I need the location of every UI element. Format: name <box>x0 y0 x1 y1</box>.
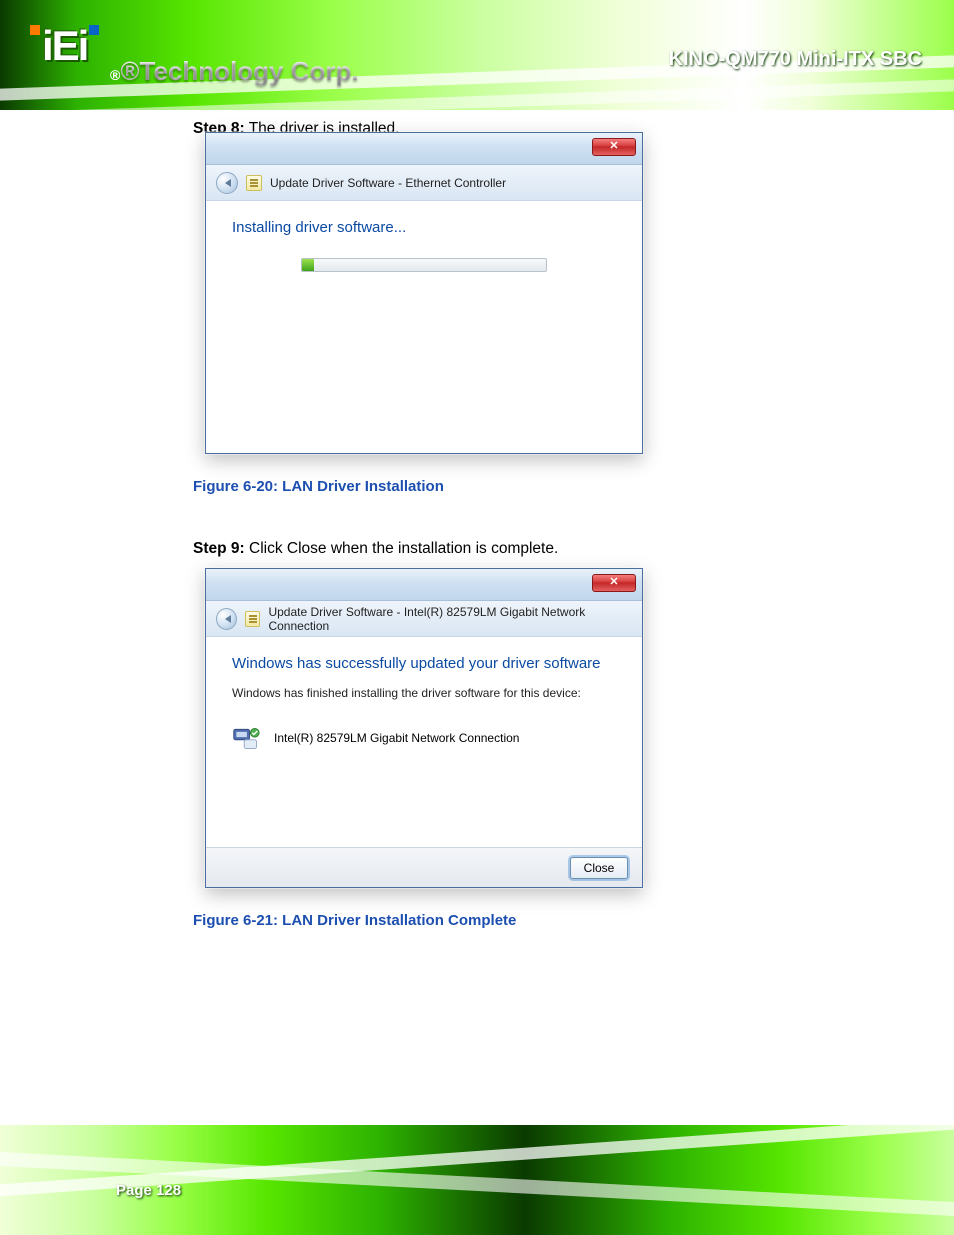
page-footer-band <box>0 1125 954 1235</box>
dialog2-subheader: Update Driver Software - Intel(R) 82579L… <box>206 601 642 637</box>
close-icon[interactable]: ✕ <box>592 574 636 592</box>
dialog1-subheader: Update Driver Software - Ethernet Contro… <box>206 165 642 201</box>
dialog2-footer: Close <box>206 847 642 887</box>
dialog1-title: Update Driver Software - Ethernet Contro… <box>270 176 506 190</box>
device-icon <box>245 611 260 627</box>
dialog1-body: Installing driver software... <box>206 201 642 453</box>
iei-logo: iEi <box>30 22 99 70</box>
close-button[interactable]: Close <box>570 857 628 879</box>
logo-square-blue <box>89 25 99 35</box>
device-icon <box>246 175 262 191</box>
logo-text: iEi <box>42 22 87 70</box>
close-icon[interactable]: ✕ <box>592 138 636 156</box>
figure-caption-1: Figure 6-20: LAN Driver Installation <box>193 478 444 495</box>
brand-tagline-text: ®Technology Corp. <box>120 56 358 86</box>
dialog2-body-text: Windows has finished installing the driv… <box>232 686 616 700</box>
dialog2-title: Update Driver Software - Intel(R) 82579L… <box>268 605 632 633</box>
step-9-line: Step 9: Click Close when the installatio… <box>193 540 558 558</box>
network-adapter-icon <box>232 724 260 752</box>
back-arrow-icon[interactable] <box>216 608 237 630</box>
logo-square-orange <box>30 25 40 35</box>
figure-caption-2: Figure 6-21: LAN Driver Installation Com… <box>193 912 516 929</box>
device-row: Intel(R) 82579LM Gigabit Network Connect… <box>232 724 616 752</box>
back-arrow-icon[interactable] <box>216 172 238 194</box>
step-9-text: Click Close when the installation is com… <box>249 540 558 557</box>
dialog-complete: ✕ Update Driver Software - Intel(R) 8257… <box>205 568 643 888</box>
step-9-prefix: Step 9: <box>193 540 245 557</box>
device-name: Intel(R) 82579LM Gigabit Network Connect… <box>274 731 519 745</box>
page-number: Page 128 <box>116 1182 181 1199</box>
install-progress-bar <box>301 258 547 272</box>
dialog1-heading: Installing driver software... <box>232 219 616 236</box>
progress-fill <box>302 259 314 271</box>
dialog2-titlebar[interactable]: ✕ <box>206 569 642 601</box>
dialog-installing: ✕ Update Driver Software - Ethernet Cont… <box>205 132 643 454</box>
dialog1-titlebar[interactable]: ✕ <box>206 133 642 165</box>
dialog2-heading: Windows has successfully updated your dr… <box>232 655 616 672</box>
document-title: KINO-QM770 Mini-ITX SBC <box>669 48 922 71</box>
dialog2-body: Windows has successfully updated your dr… <box>206 637 642 887</box>
brand-tagline: ®®Technology Corp. <box>110 56 359 87</box>
